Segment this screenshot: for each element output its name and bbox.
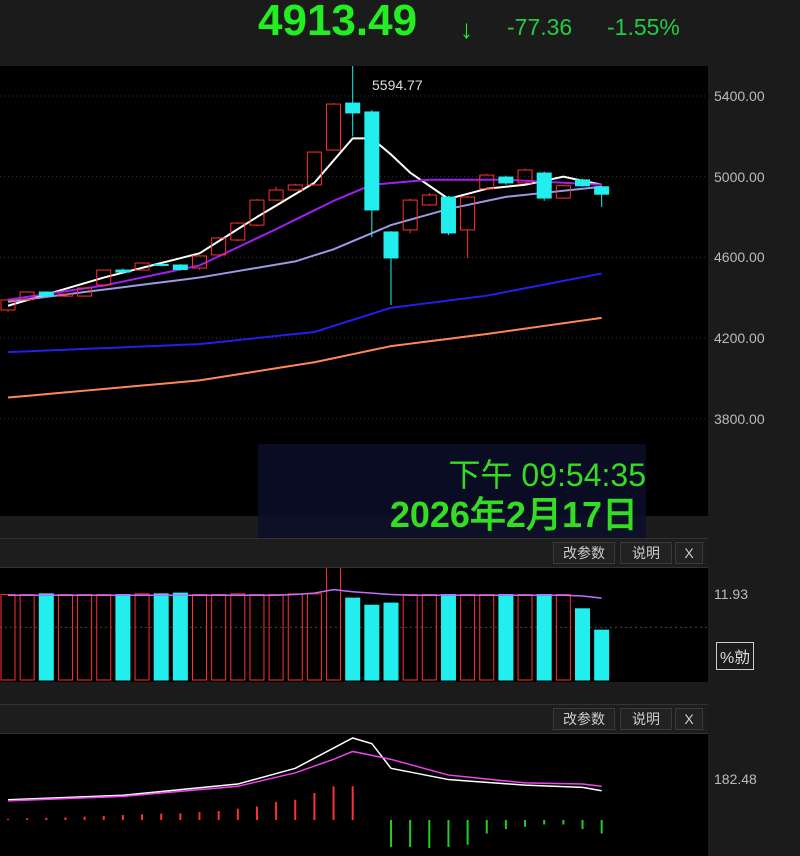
candle-body [575, 179, 590, 187]
candle-body [383, 231, 399, 259]
candle-body [115, 269, 131, 273]
volume-bar [306, 593, 322, 681]
volume-bar [421, 594, 437, 681]
candle-body [364, 111, 380, 211]
volume-axis: 11.93 %勍 [708, 568, 800, 682]
price-change-percent: -1.55% [607, 14, 680, 40]
price-axis: 5400.00 5000.00 4600.00 4200.00 3800.00 [708, 30, 800, 516]
indicator-chart[interactable] [0, 734, 708, 856]
indicator-axis: 182.48 [708, 734, 800, 856]
volume-bar [153, 593, 169, 681]
volume-bar [536, 594, 552, 681]
edit-params-button[interactable]: 改参数 [553, 542, 615, 564]
volume-chart[interactable] [0, 568, 708, 682]
volume-bar [402, 594, 418, 681]
indicator-label: 182.48 [714, 771, 757, 787]
volume-bar [383, 602, 399, 681]
volume-bar [575, 608, 590, 681]
clock-date: 2026年2月17日 [389, 494, 638, 535]
volume-bar [0, 594, 16, 681]
moving-average-line [7, 316, 602, 399]
volume-svg [0, 568, 708, 681]
volume-bar [38, 593, 54, 681]
volume-bar [555, 594, 571, 681]
clock-overlay: 下午 09:54:35 2026年2月17日 [258, 444, 646, 540]
volume-bar [498, 594, 514, 681]
candle-body [498, 176, 514, 184]
candle-body [536, 172, 552, 199]
volume-bar [594, 629, 610, 681]
volume-bar [192, 594, 207, 681]
candle-body [479, 174, 495, 190]
volume-label: 11.93 [714, 586, 748, 602]
candle-body [402, 199, 418, 231]
volume-bar [268, 594, 284, 681]
help-button[interactable]: 说明 [620, 542, 672, 564]
volume-bar [77, 594, 93, 681]
candle-body [326, 103, 342, 151]
price-change: -77.36 [507, 14, 573, 40]
volume-bar [364, 604, 380, 681]
candle-body [172, 264, 188, 270]
volume-pane-header: 改参数 说明 X [0, 538, 708, 568]
candle-body [249, 199, 265, 226]
close-button[interactable]: X [675, 708, 703, 730]
down-arrow-icon: ↓ [460, 14, 473, 44]
candle-body [153, 263, 169, 266]
y-tick: 3800.00 [714, 411, 765, 427]
volume-bar [96, 594, 112, 681]
candle-body [287, 184, 303, 191]
candle-body [38, 291, 54, 297]
last-price: 4913.49 [258, 0, 418, 45]
indicator-pane-header: 改参数 说明 X [0, 704, 708, 734]
volume-bar [211, 594, 227, 681]
indicator-line [7, 750, 602, 802]
candle-body [345, 102, 361, 114]
candle-body [268, 189, 284, 201]
candle-body [306, 151, 322, 186]
close-button[interactable]: X [675, 542, 703, 564]
candle-body [440, 196, 456, 234]
volume-bar [440, 594, 456, 681]
volume-bar [115, 594, 131, 681]
volume-bar [345, 597, 361, 681]
indicator-svg [7, 737, 603, 849]
volume-bar [479, 594, 495, 681]
volume-bar [134, 593, 150, 681]
help-button[interactable]: 说明 [620, 708, 672, 730]
candle-body [460, 196, 476, 231]
quote-header: 4913.49 ↓ -77.36 -1.55% [0, 0, 708, 66]
volume-bar [249, 594, 265, 681]
unit-toggle-button[interactable]: %勍 [716, 642, 755, 670]
high-price-label: 5594.77 [372, 77, 423, 93]
volume-bar [57, 594, 73, 681]
volume-bar [172, 592, 188, 681]
y-tick: 5000.00 [714, 169, 765, 185]
candle-body [594, 186, 610, 195]
y-tick: 4600.00 [714, 249, 765, 265]
y-tick: 5400.00 [714, 88, 765, 104]
volume-bar [287, 593, 303, 681]
edit-params-button[interactable]: 改参数 [553, 708, 615, 730]
volume-bar [460, 594, 476, 681]
volume-bar [326, 568, 342, 681]
volume-bar [230, 593, 246, 681]
y-tick: 4200.00 [714, 330, 765, 346]
candle-body [421, 194, 437, 206]
volume-bar [19, 594, 35, 681]
volume-bar [517, 594, 533, 681]
